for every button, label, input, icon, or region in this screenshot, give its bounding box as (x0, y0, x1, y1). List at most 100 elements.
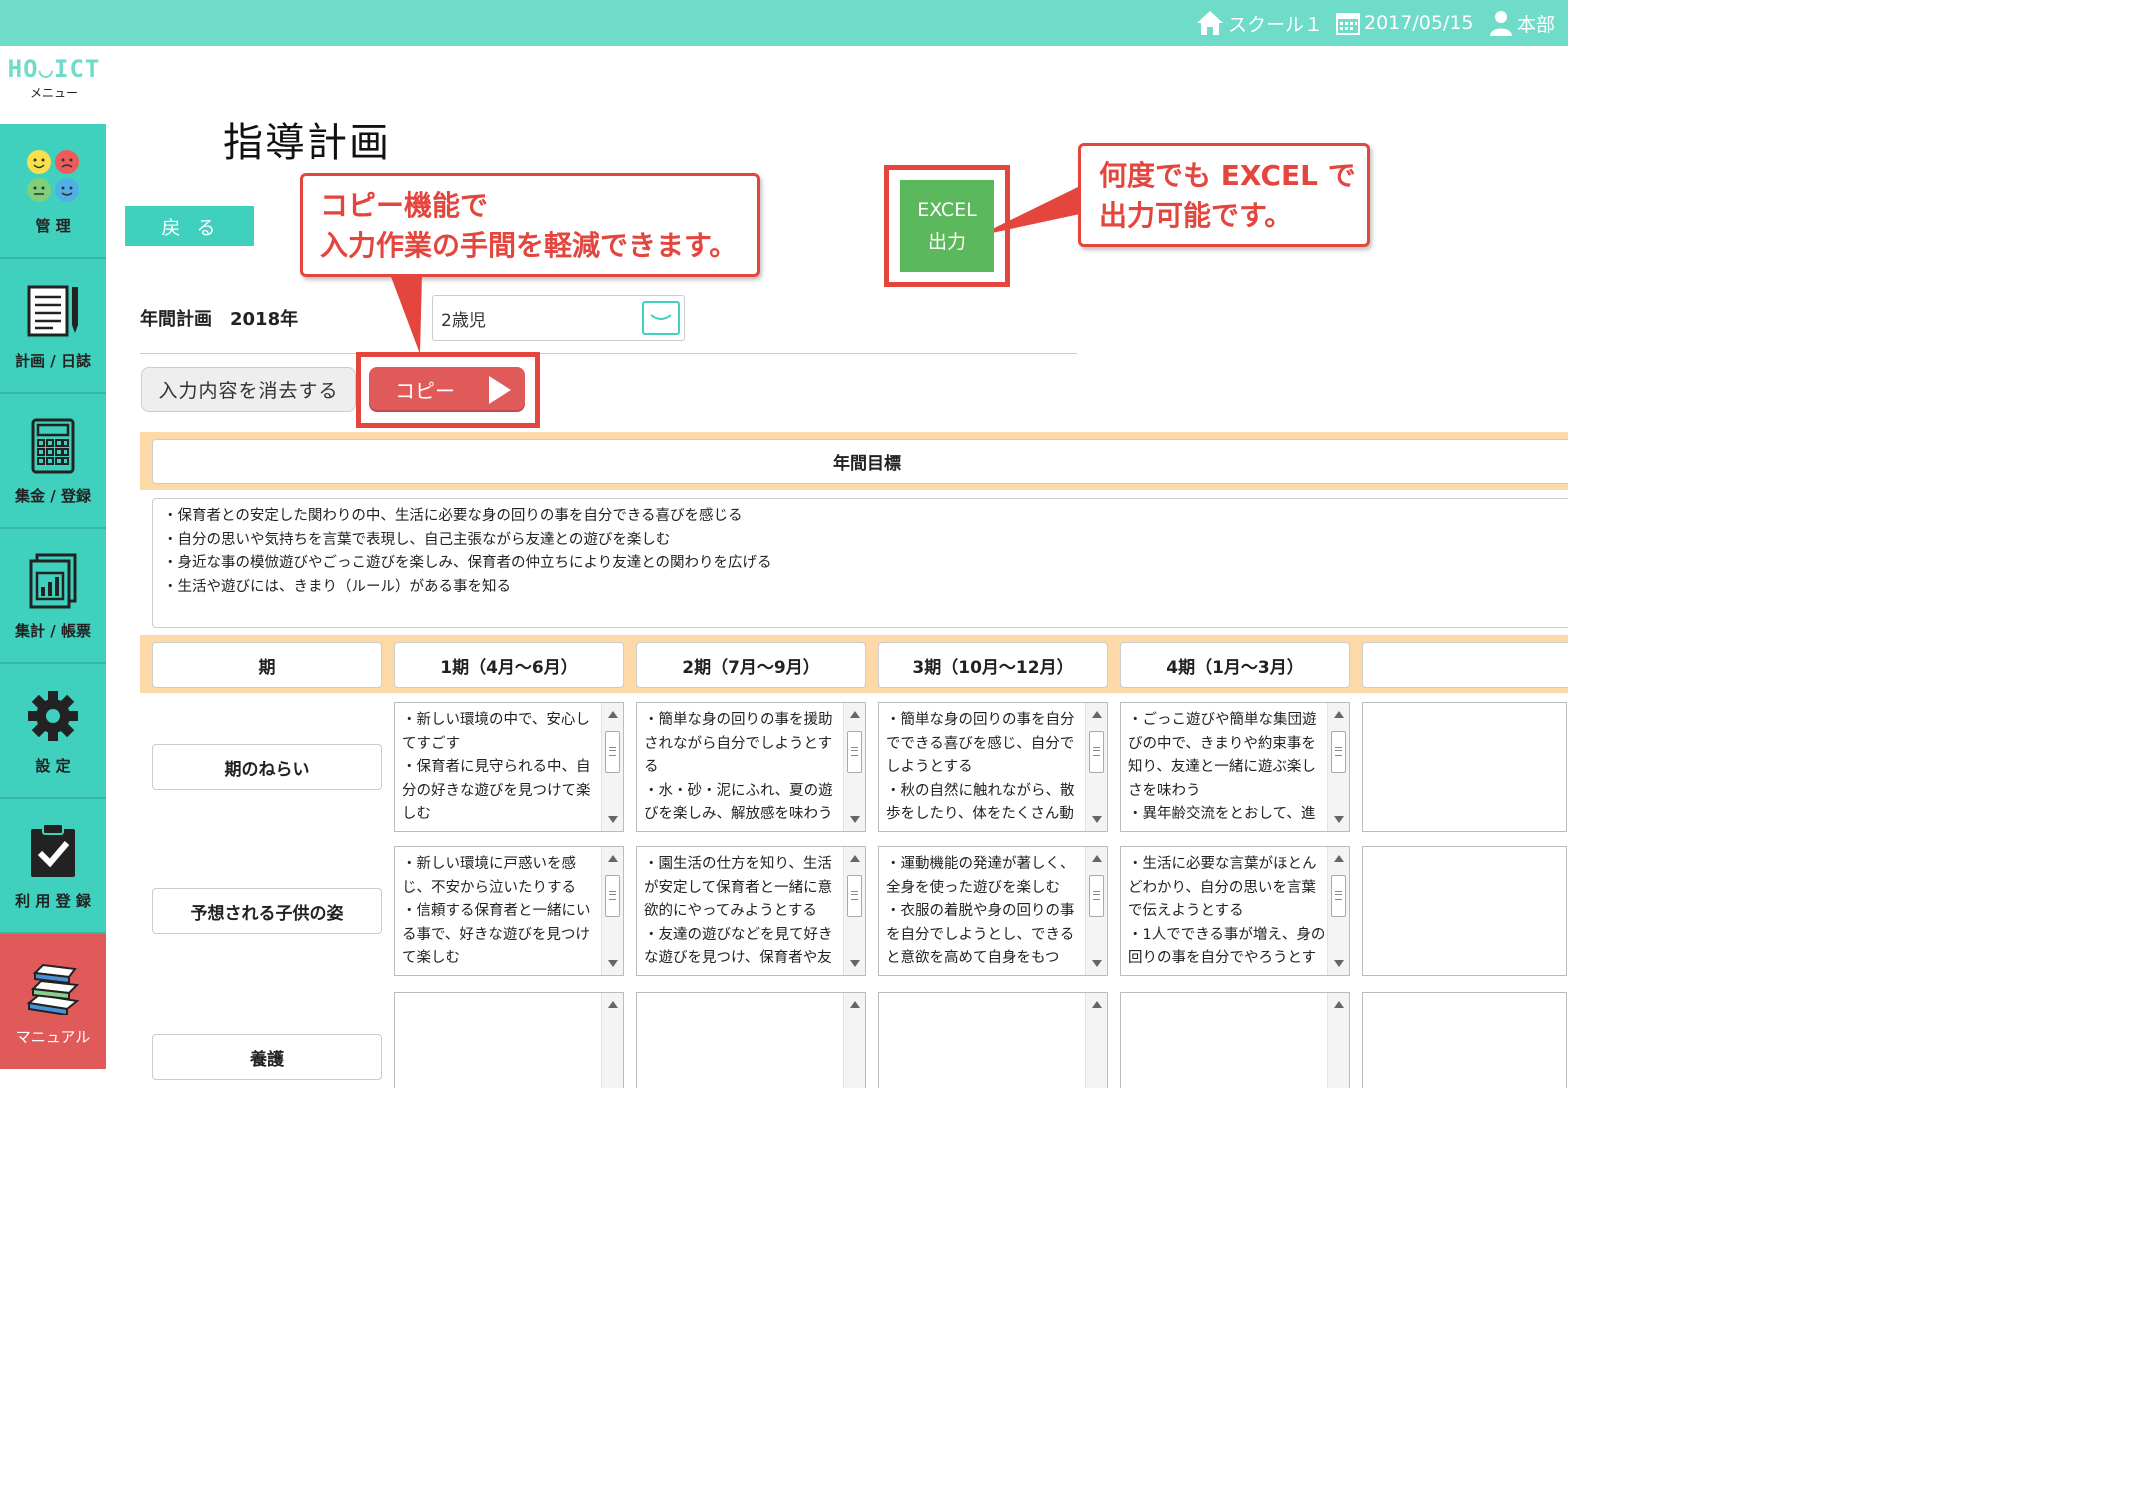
plan-textarea[interactable]: ・運動機能の発達が著しく、 全身を使った遊びを楽しむ ・衣服の着脱や身の回りの事 を自… (878, 846, 1108, 976)
scrollbar[interactable] (601, 847, 623, 975)
plan-textarea-line: でできる喜びを感じ、自分で (886, 735, 1075, 752)
annual-goal-line: ・生活や遊びには、きまり（ルール）がある事を知る (163, 578, 511, 595)
plan-textarea-line: しむ (402, 806, 431, 822)
scroll-down-icon[interactable] (608, 816, 618, 823)
plan-textarea[interactable]: ・園生活の仕方を知り、生活 が安定して保育者と一緒に意 欲的にやってみようとする ・友… (636, 846, 866, 976)
sidebar-item-reports[interactable]: 集計 / 帳票 (0, 529, 106, 664)
plan-textarea-extra[interactable] (1362, 702, 1567, 832)
scroll-thumb[interactable] (847, 875, 862, 917)
scroll-up-icon[interactable] (1334, 1001, 1344, 1008)
plan-textarea-line: どわかり、自分の思いを言葉 (1128, 879, 1316, 896)
row-label-care: 養護 (152, 1034, 382, 1080)
scrollbar[interactable] (843, 993, 865, 1088)
scroll-up-icon[interactable] (1092, 855, 1102, 862)
scrollbar[interactable] (601, 703, 623, 831)
sidebar-item-label: 管 理 (35, 217, 71, 235)
copy-callout: コピー機能で 入力作業の手間を軽減できます。 (300, 173, 760, 277)
scroll-up-icon[interactable] (1334, 711, 1344, 718)
user-name: 本部 (1517, 13, 1556, 36)
scroll-thumb[interactable] (605, 731, 620, 773)
plan-textarea[interactable]: ・ごっこ遊びや簡単な集団遊 びの中で、きまりや約束事を 知り、友達と一緒に遊ぶ楽しさ… (1120, 702, 1350, 832)
scroll-up-icon[interactable] (850, 711, 860, 718)
plan-textarea[interactable] (878, 992, 1108, 1088)
scroll-thumb[interactable] (1089, 875, 1104, 917)
plan-textarea-line: ・1人でできる事が増え、身の (1128, 926, 1324, 943)
scrollbar[interactable] (1327, 993, 1349, 1088)
chevron-down-icon[interactable] (642, 301, 680, 335)
scrollbar[interactable] (843, 847, 865, 975)
annual-goal-textarea[interactable]: ・保育者との安定した関わりの中、生活に必要な身の回りの事を自分できる喜びを感じる… (152, 498, 1568, 628)
scroll-down-icon[interactable] (850, 816, 860, 823)
scroll-up-icon[interactable] (608, 855, 618, 862)
notebook-pen-icon (23, 280, 83, 342)
scroll-thumb[interactable] (1331, 875, 1346, 917)
scroll-up-icon[interactable] (850, 1001, 860, 1008)
back-button[interactable]: 戻る (125, 206, 254, 246)
plan-textarea-extra[interactable] (1362, 992, 1567, 1088)
scroll-down-icon[interactable] (850, 960, 860, 967)
scroll-up-icon[interactable] (850, 855, 860, 862)
sidebar-item-plan-diary[interactable]: 計画 / 日誌 (0, 259, 106, 394)
sidebar-item-billing[interactable]: 集金 / 登録 (0, 394, 106, 529)
scroll-down-icon[interactable] (608, 960, 618, 967)
sidebar-item-manual[interactable]: マニュアル (0, 934, 106, 1069)
scroll-down-icon[interactable] (1334, 960, 1344, 967)
scroll-down-icon[interactable] (1334, 816, 1344, 823)
plan-textarea[interactable]: ・新しい環境の中で、安心し てすごす ・保育者に見守られる中、自 分の好きな遊びを見つ… (394, 702, 624, 832)
class-select[interactable]: 2歳児 (432, 295, 685, 341)
plan-textarea[interactable]: ・簡単な身の回りの事を自分 でできる喜びを感じ、自分で しようとする ・秋の自然に触れ… (878, 702, 1108, 832)
scroll-up-icon[interactable] (1334, 855, 1344, 862)
scroll-thumb[interactable] (605, 875, 620, 917)
plan-textarea-line: ・信頼する保育者と一緒にい (402, 903, 591, 919)
app-logo[interactable]: HO◡ICT メニュー (4, 56, 104, 101)
copy-button[interactable]: コピー (369, 367, 525, 412)
plan-textarea-line: が安定して保育者と一緒に意 (644, 879, 833, 896)
plan-textarea[interactable]: ・新しい環境に戸惑いを感 じ、不安から泣いたりする ・信頼する保育者と一緒にい る事で… (394, 846, 624, 976)
period-column-1: 1期（4月〜6月） (394, 642, 624, 688)
scroll-thumb[interactable] (1331, 731, 1346, 773)
plan-textarea-line: を自分でしようとし、できる (886, 926, 1075, 943)
date-picker[interactable]: 2017/05/15 (1335, 8, 1474, 38)
scroll-up-icon[interactable] (1092, 1001, 1102, 1008)
scroll-down-icon[interactable] (1092, 960, 1102, 967)
plan-textarea-extra[interactable] (1362, 846, 1567, 976)
scroll-up-icon[interactable] (608, 711, 618, 718)
user-menu[interactable]: 本部 (1488, 8, 1555, 38)
scrollbar[interactable] (1327, 703, 1349, 831)
annual-plan-label: 年間計画 2018年 (140, 309, 299, 330)
plan-textarea-content: ・園生活の仕方を知り、生活 が安定して保育者と一緒に意 欲的にやってみようとする ・友… (644, 853, 840, 971)
excel-export-button[interactable]: EXCEL 出力 (900, 180, 994, 272)
divider (140, 353, 1077, 354)
scrollbar[interactable] (601, 993, 623, 1088)
home-icon (1197, 11, 1223, 35)
scrollbar[interactable] (1085, 993, 1107, 1088)
scroll-down-icon[interactable] (1092, 816, 1102, 823)
sidebar-item-management[interactable]: 管 理 (0, 124, 106, 259)
plan-textarea-line: て楽しむ (402, 950, 460, 966)
sidebar-item-label: 集金 / 登録 (15, 487, 91, 505)
school-selector[interactable]: スクール１ (1195, 8, 1323, 38)
plan-textarea-content: ・新しい環境の中で、安心し てすごす ・保育者に見守られる中、自 分の好きな遊びを見つ… (402, 709, 598, 827)
user-icon (1490, 11, 1512, 36)
scroll-thumb[interactable] (847, 731, 862, 773)
plan-textarea[interactable]: ・生活に必要な言葉がほとん どわかり、自分の思いを言葉 で伝えようとする ・1人ででき… (1120, 846, 1350, 976)
clear-input-button[interactable]: 入力内容を消去する (141, 367, 356, 412)
plan-textarea-content: ・運動機能の発達が著しく、 全身を使った遊びを楽しむ ・衣服の着脱や身の回りの事 を自… (886, 853, 1082, 971)
scrollbar[interactable] (1085, 847, 1107, 975)
sidebar-item-registration[interactable]: 利 用 登 録 (0, 799, 106, 934)
plan-textarea-content: ・生活に必要な言葉がほとん どわかり、自分の思いを言葉 で伝えようとする ・1人ででき… (1128, 853, 1324, 971)
scrollbar[interactable] (843, 703, 865, 831)
annual-goal-line: ・保育者との安定した関わりの中、生活に必要な身の回りの事を自分できる喜びを感じる (163, 508, 743, 524)
scroll-thumb[interactable] (1089, 731, 1104, 773)
plan-textarea[interactable] (1120, 992, 1350, 1088)
plan-textarea[interactable]: ・簡単な身の回りの事を援助 されながら自分でしようとする・水・砂・泥にふれ、夏の遊… (636, 702, 866, 832)
plan-textarea[interactable] (636, 992, 866, 1088)
scroll-up-icon[interactable] (608, 1001, 618, 1008)
annual-goal-line: ・身近な事の模倣遊びやごっこ遊びを楽しみ、保育者の仲立ちにより友達との関わりを広… (163, 555, 772, 571)
scroll-up-icon[interactable] (1092, 711, 1102, 718)
scrollbar[interactable] (1085, 703, 1107, 831)
plan-textarea[interactable] (394, 992, 624, 1088)
scrollbar[interactable] (1327, 847, 1349, 975)
gear-icon (23, 685, 83, 747)
sidebar-item-settings[interactable]: 設 定 (0, 664, 106, 799)
